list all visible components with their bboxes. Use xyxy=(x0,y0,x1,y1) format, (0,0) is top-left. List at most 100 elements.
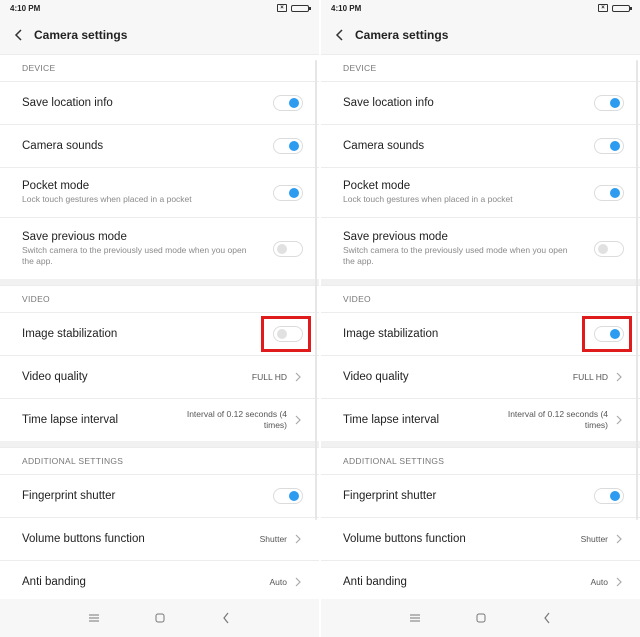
toggle-save-location-info[interactable] xyxy=(594,95,624,111)
toggle-knob xyxy=(289,187,299,198)
row-value: Interval of 0.12 seconds (4 times) xyxy=(507,409,608,430)
row-pocket-mode[interactable]: Pocket mode Lock touch gestures when pla… xyxy=(0,167,319,217)
section-header-video: VIDEO xyxy=(0,285,319,312)
section-header-additional: ADDITIONAL SETTINGS xyxy=(321,447,640,474)
chevron-left-icon[interactable] xyxy=(10,26,28,44)
row-fingerprint-shutter[interactable]: Fingerprint shutter xyxy=(321,474,640,517)
row-value: Shutter xyxy=(580,533,608,544)
row-video-quality[interactable]: Video quality FULL HD xyxy=(0,355,319,398)
toggle-knob xyxy=(610,187,620,198)
row-label: Camera sounds xyxy=(22,140,104,152)
row-label: Video quality xyxy=(343,371,409,383)
row-save-location-info[interactable]: Save location info xyxy=(0,81,319,124)
home-icon[interactable] xyxy=(152,610,168,626)
highlight-box xyxy=(261,316,311,352)
toggle-knob xyxy=(610,141,620,151)
settings-list: DEVICE Save location info Camera sounds … xyxy=(0,54,319,603)
row-label: Pocket mode xyxy=(22,180,90,192)
row-save-location-info[interactable]: Save location info xyxy=(321,81,640,124)
row-time-lapse-interval[interactable]: Time lapse interval Interval of 0.12 sec… xyxy=(0,398,319,441)
row-pocket-mode[interactable]: Pocket mode Lock touch gestures when pla… xyxy=(321,167,640,217)
chevron-left-icon[interactable] xyxy=(331,26,349,44)
section-header-device: DEVICE xyxy=(321,54,640,81)
row-camera-sounds[interactable]: Camera sounds xyxy=(321,124,640,167)
row-video-quality[interactable]: Video quality FULL HD xyxy=(321,355,640,398)
row-subtitle: Switch camera to the previously used mod… xyxy=(22,244,247,266)
menu-icon[interactable] xyxy=(86,610,102,626)
row-label: Camera sounds xyxy=(343,140,425,152)
row-value: Shutter xyxy=(259,533,287,544)
battery-icon xyxy=(612,4,632,12)
row-value: FULL HD xyxy=(572,371,608,382)
status-bar: 4:10 PM × xyxy=(0,0,319,16)
toggle-camera-sounds[interactable] xyxy=(594,138,624,154)
row-subtitle: Switch camera to the previously used mod… xyxy=(343,244,568,266)
row-label: Save previous mode xyxy=(343,230,448,243)
status-time: 4:10 PM xyxy=(331,3,362,13)
row-label: Time lapse interval xyxy=(22,414,119,426)
chevron-right-icon xyxy=(293,575,303,589)
nav-back-icon[interactable] xyxy=(539,610,555,626)
chevron-right-icon xyxy=(614,532,624,546)
settings-panel-after: 4:10 PM × Camera settings DEVICE Save lo… xyxy=(321,0,640,637)
row-value: Auto xyxy=(269,576,288,587)
toggle-fingerprint-shutter[interactable] xyxy=(273,488,303,504)
row-anti-banding[interactable]: Anti banding Auto xyxy=(321,560,640,603)
row-save-previous-mode[interactable]: Save previous mode Switch camera to the … xyxy=(321,217,640,279)
chevron-right-icon xyxy=(293,532,303,546)
row-value: FULL HD xyxy=(251,371,287,382)
row-anti-banding[interactable]: Anti banding Auto xyxy=(0,560,319,603)
toggle-knob xyxy=(610,491,620,501)
scrollbar[interactable] xyxy=(315,60,317,520)
system-nav-bar xyxy=(321,599,640,637)
row-label: Pocket mode xyxy=(343,180,411,192)
row-time-lapse-interval[interactable]: Time lapse interval Interval of 0.12 sec… xyxy=(321,398,640,441)
chevron-right-icon xyxy=(614,575,624,589)
toggle-camera-sounds[interactable] xyxy=(273,138,303,154)
battery-icon xyxy=(291,4,311,12)
toggle-save-previous-mode[interactable] xyxy=(594,240,624,257)
toggle-save-location-info[interactable] xyxy=(273,95,303,111)
row-value: Auto xyxy=(590,576,609,587)
home-icon[interactable] xyxy=(473,610,489,626)
settings-panel-before: 4:10 PM × Camera settings DEVICE Save lo… xyxy=(0,0,319,637)
row-image-stabilization[interactable]: Image stabilization xyxy=(321,312,640,355)
scrollbar[interactable] xyxy=(636,60,638,520)
row-label: Anti banding xyxy=(343,576,407,588)
toggle-knob xyxy=(598,243,608,254)
row-fingerprint-shutter[interactable]: Fingerprint shutter xyxy=(0,474,319,517)
row-subtitle: Lock touch gestures when placed in a poc… xyxy=(22,194,192,204)
nav-back-icon[interactable] xyxy=(218,610,234,626)
row-label: Image stabilization xyxy=(22,328,118,340)
row-value: Interval of 0.12 seconds (4 times) xyxy=(186,409,287,430)
row-volume-buttons-function[interactable]: Volume buttons function Shutter xyxy=(321,517,640,560)
row-save-previous-mode[interactable]: Save previous mode Switch camera to the … xyxy=(0,217,319,279)
row-image-stabilization[interactable]: Image stabilization xyxy=(0,312,319,355)
sim-icon: × xyxy=(598,4,608,12)
row-label: Fingerprint shutter xyxy=(22,490,116,502)
page-title: Camera settings xyxy=(34,28,128,42)
toggle-knob xyxy=(277,243,287,254)
page-title: Camera settings xyxy=(355,28,449,42)
app-bar: Camera settings xyxy=(321,16,640,54)
chevron-right-icon xyxy=(293,413,303,427)
row-label: Fingerprint shutter xyxy=(343,490,437,502)
toggle-knob xyxy=(289,98,299,108)
row-label: Save previous mode xyxy=(22,230,127,243)
toggle-pocket-mode[interactable] xyxy=(273,184,303,201)
row-label: Time lapse interval xyxy=(343,414,440,426)
row-subtitle: Lock touch gestures when placed in a poc… xyxy=(343,194,513,204)
menu-icon[interactable] xyxy=(407,610,423,626)
toggle-knob xyxy=(289,491,299,501)
highlight-box xyxy=(582,316,632,352)
toggle-pocket-mode[interactable] xyxy=(594,184,624,201)
settings-list: DEVICE Save location info Camera sounds … xyxy=(321,54,640,603)
row-label: Volume buttons function xyxy=(343,533,466,545)
section-header-video: VIDEO xyxy=(321,285,640,312)
toggle-knob xyxy=(610,98,620,108)
status-time: 4:10 PM xyxy=(10,3,41,13)
toggle-fingerprint-shutter[interactable] xyxy=(594,488,624,504)
row-volume-buttons-function[interactable]: Volume buttons function Shutter xyxy=(0,517,319,560)
toggle-save-previous-mode[interactable] xyxy=(273,240,303,257)
row-camera-sounds[interactable]: Camera sounds xyxy=(0,124,319,167)
